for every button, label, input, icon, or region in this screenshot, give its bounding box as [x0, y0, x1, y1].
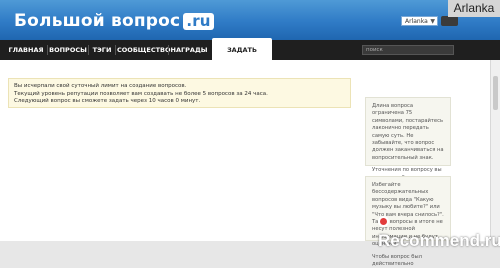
- search-input[interactable]: поиск: [362, 45, 454, 55]
- nav-divider: [47, 45, 48, 55]
- user-menu-select[interactable]: Arlanka ▼: [401, 16, 438, 26]
- nav-item-awards[interactable]: НАГРАДЫ: [170, 40, 208, 60]
- notice-line: Текущий уровень репутации позволяет вам …: [14, 90, 268, 97]
- tip-paragraph: Чтобы вопрос был действительно: [372, 253, 422, 268]
- tip-paragraph: Длина вопроса ограничена 75 символами, п…: [372, 103, 444, 161]
- limit-notice: Вы исчерпали свой суточный лимит на созд…: [8, 78, 351, 108]
- tip-box-length: Длина вопроса ограничена 75 символами, п…: [365, 97, 451, 195]
- main-nav: ГЛАВНАЯ ВОПРОСЫ ТЭГИ СООБЩЕСТВО НАГРАДЫ …: [0, 38, 500, 78]
- site-watermark: Recommend.ru: [378, 211, 500, 250]
- scrollbar-thumb[interactable]: [493, 76, 498, 110]
- site-header: Большой вопрос .ru Arlanka ▼: [0, 0, 500, 40]
- chevron-down-icon: ▼: [430, 18, 435, 25]
- site-logo[interactable]: Большой вопрос .ru: [14, 11, 214, 31]
- nav-item-home[interactable]: ГЛАВНАЯ: [6, 40, 46, 60]
- nav-divider: [115, 45, 116, 55]
- user-menu-label: Arlanka: [405, 18, 428, 25]
- nav-item-tags[interactable]: ТЭГИ: [90, 40, 114, 60]
- watermark-logo-icon: [378, 216, 389, 227]
- nav-divider: [168, 45, 169, 55]
- logo-text: Большой вопрос: [14, 11, 181, 31]
- nav-item-ask-question[interactable]: ЗАДАТЬ ВОПРОС: [212, 38, 272, 78]
- nav-item-community[interactable]: СООБЩЕСТВО: [117, 40, 171, 60]
- nav-divider: [88, 45, 89, 55]
- notice-line: Вы исчерпали свой суточный лимит на созд…: [14, 83, 187, 89]
- logo-domain-badge: .ru: [183, 13, 214, 30]
- notice-line: Следующий вопрос вы сможете задать через…: [14, 98, 201, 104]
- user-status-button[interactable]: [441, 16, 458, 26]
- nav-item-questions[interactable]: ВОПРОСЫ: [49, 40, 87, 60]
- username-watermark: Arlanka: [448, 0, 500, 17]
